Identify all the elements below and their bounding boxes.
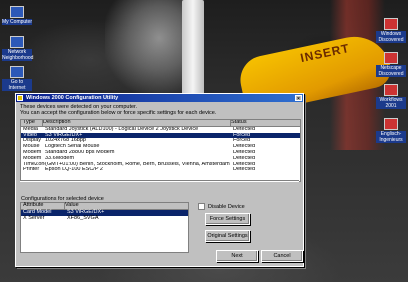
netscape-icon	[384, 52, 398, 64]
separator	[20, 180, 299, 182]
desktop-icon-internet[interactable]: Go to Internet	[2, 66, 32, 91]
disable-device-label: Disable Device	[208, 203, 245, 210]
desktop-icon-label: Netscape Discovered	[376, 65, 406, 77]
cancel-button[interactable]: Cancel	[261, 250, 303, 262]
desktop-icon-network[interactable]: Network Neighborhood	[2, 36, 34, 61]
desktop-icon-workflows[interactable]: Workflows 2001	[376, 84, 406, 109]
desktop-icon-englisch[interactable]: Englisch-Ingenieurs	[376, 118, 406, 143]
device-row[interactable]: Printer Epson LQ-100 ESC/P 2 Detected	[21, 167, 300, 173]
windows-icon	[384, 18, 398, 30]
dialog-title: Windows 2000 Configuration Utility	[26, 95, 119, 101]
desktop-icon-label: My Computer	[2, 19, 33, 25]
desktop-icon-label: Englisch-Ingenieurs	[376, 131, 406, 143]
setting-attribute: X Server	[23, 214, 45, 221]
settings-row[interactable]: X Server XF86_SVGA	[21, 214, 188, 222]
force-settings-button[interactable]: Force Settings	[205, 213, 250, 225]
original-settings-button[interactable]: Original Settings	[205, 230, 250, 242]
device-list-header: Type Description Status	[21, 120, 300, 127]
column-header-description[interactable]: Description	[43, 120, 231, 126]
computer-icon	[10, 6, 24, 18]
device-description: Epson LQ-100 ESC/P 2	[45, 167, 103, 173]
desktop-icon-label: Windows Discovered	[376, 31, 406, 43]
desktop-icon-windows[interactable]: Windows Discovered	[376, 18, 406, 43]
checkbox-box[interactable]	[198, 203, 205, 210]
disable-device-checkbox[interactable]: Disable Device	[198, 203, 245, 210]
network-icon	[10, 36, 24, 48]
internet-icon	[10, 66, 24, 78]
column-header-attribute[interactable]: Attribute	[21, 202, 65, 209]
workflow-icon	[384, 84, 398, 96]
app-icon	[17, 95, 23, 101]
desktop-icon-my-computer[interactable]: My Computer	[2, 6, 32, 25]
document-icon	[384, 118, 398, 130]
next-button[interactable]: Next	[216, 250, 258, 262]
intro-line-2: You can accept the configuration below o…	[20, 110, 217, 116]
setting-value: XF86_SVGA	[67, 214, 99, 221]
desktop-icon-netscape[interactable]: Netscape Discovered	[376, 52, 406, 77]
device-list[interactable]: Type Description Status Media Standard Jo…	[20, 119, 301, 182]
column-header-status[interactable]: Status	[231, 120, 291, 126]
dialog-titlebar[interactable]: Windows 2000 Configuration Utility ×	[16, 94, 303, 102]
desktop-icon-label: Network Neighborhood	[2, 49, 34, 61]
device-status: Detected	[233, 167, 256, 173]
configuration-dialog: Windows 2000 Configuration Utility × The…	[15, 93, 304, 267]
wallpaper-pole	[182, 0, 204, 95]
device-type: Printer	[23, 167, 40, 173]
device-rows: Media Standard Joystick (ALD100) - Logica…	[21, 127, 300, 173]
intro-text: These devices were detected on your comp…	[16, 102, 303, 117]
close-button[interactable]: ×	[295, 95, 302, 102]
desktop-icon-label: Go to Internet	[2, 79, 32, 91]
settings-rows: Card Model S3 ViRGE/DX+ X Server XF86_SVGA	[21, 209, 188, 222]
column-header-value[interactable]: Value	[65, 202, 175, 209]
desktop-icon-label: Workflows 2001	[376, 97, 406, 109]
column-header-type[interactable]: Type	[21, 120, 43, 126]
settings-list[interactable]: Attribute Value Card Model S3 ViRGE/DX+ X …	[20, 202, 189, 253]
